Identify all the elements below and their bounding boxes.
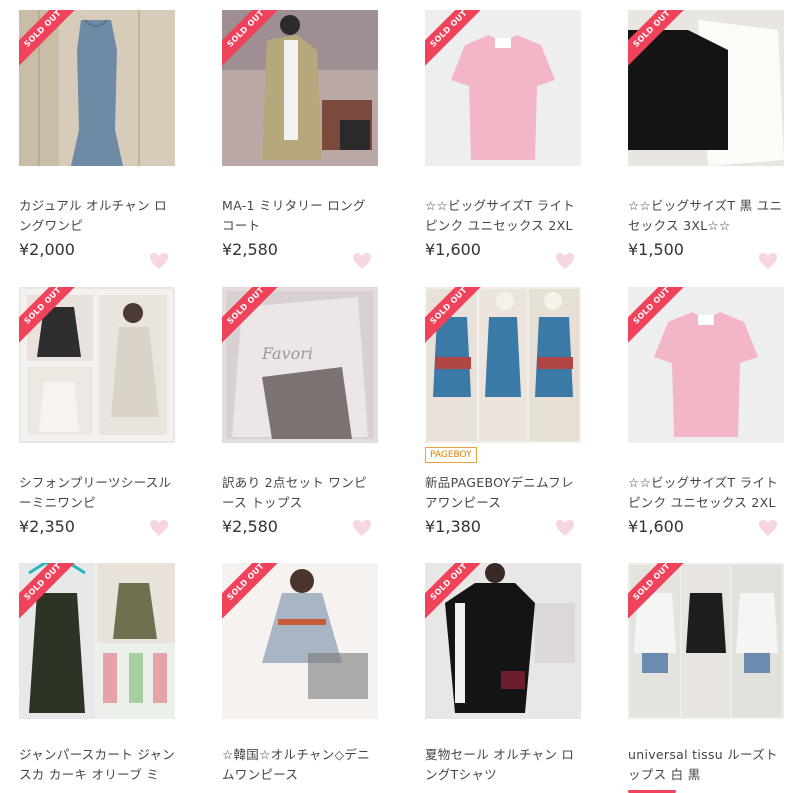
product-thumbnail[interactable]: SOLD OUT <box>425 10 581 166</box>
product-title[interactable]: ☆☆ビッグサイズT ライトピンク ユニセックス 2XL <box>425 196 581 236</box>
product-thumbnail[interactable]: SOLD OUT <box>19 10 175 166</box>
product-title[interactable]: universal tissu ルーズトップス 白 黒 <box>628 745 784 785</box>
product-title[interactable]: MA-1 ミリタリー ロングコート <box>222 196 378 236</box>
brand-badge: PAGEBOY <box>425 447 477 463</box>
heart-icon[interactable] <box>352 519 372 537</box>
product-price: ¥2,000 <box>19 240 75 259</box>
product-title[interactable]: ジャンパースカート ジャンスカ カーキ オリーブ ミ <box>19 745 175 785</box>
product-title[interactable]: 夏物セール オルチャン ロングTシャツ <box>425 745 581 785</box>
product-price: ¥2,580 <box>222 240 278 259</box>
product-price: ¥1,380 <box>425 517 481 536</box>
heart-icon[interactable] <box>555 252 575 270</box>
product-thumbnail[interactable]: SOLD OUT <box>222 563 378 719</box>
product-price: ¥1,600 <box>628 517 684 536</box>
heart-icon[interactable] <box>352 252 372 270</box>
heart-icon[interactable] <box>555 519 575 537</box>
product-thumbnail[interactable]: SOLD OUT <box>222 10 378 166</box>
heart-icon[interactable] <box>149 252 169 270</box>
product-title[interactable]: ☆☆ビッグサイズT 黒 ユニセックス 3XL☆☆ <box>628 196 784 236</box>
product-price: ¥2,350 <box>19 517 75 536</box>
heart-icon[interactable] <box>758 519 778 537</box>
heart-icon[interactable] <box>149 519 169 537</box>
product-thumbnail[interactable]: SOLD OUT <box>628 563 784 719</box>
product-title[interactable]: ☆☆ビッグサイズT ライトピンク ユニセックス 2XL <box>628 473 784 513</box>
product-title[interactable]: ☆韓国☆オルチャン◇デニムワンピース <box>222 745 378 785</box>
product-title[interactable]: 新品PAGEBOYデニムフレアワンピース <box>425 473 581 513</box>
product-thumbnail[interactable]: SOLD OUT <box>19 287 175 443</box>
product-thumbnail[interactable]: Favori SOLD OUT <box>222 287 378 443</box>
svg-text:Favori: Favori <box>261 344 313 363</box>
product-title[interactable]: カジュアル オルチャン ロングワンピ <box>19 196 175 236</box>
product-thumbnail[interactable]: SOLD OUT <box>425 563 581 719</box>
product-title[interactable]: シフォンプリーツシースルーミニワンピ <box>19 473 175 513</box>
product-title[interactable]: 訳あり 2点セット ワンピース トップス <box>222 473 378 513</box>
product-price: ¥1,500 <box>628 240 684 259</box>
heart-icon[interactable] <box>758 252 778 270</box>
product-thumbnail[interactable]: SOLD OUT <box>19 563 175 719</box>
product-price: ¥2,580 <box>222 517 278 536</box>
product-thumbnail[interactable]: SOLD OUT <box>425 287 581 443</box>
product-price: ¥1,600 <box>425 240 481 259</box>
product-thumbnail[interactable]: SOLD OUT <box>628 287 784 443</box>
product-thumbnail[interactable]: SOLD OUT <box>628 10 784 166</box>
